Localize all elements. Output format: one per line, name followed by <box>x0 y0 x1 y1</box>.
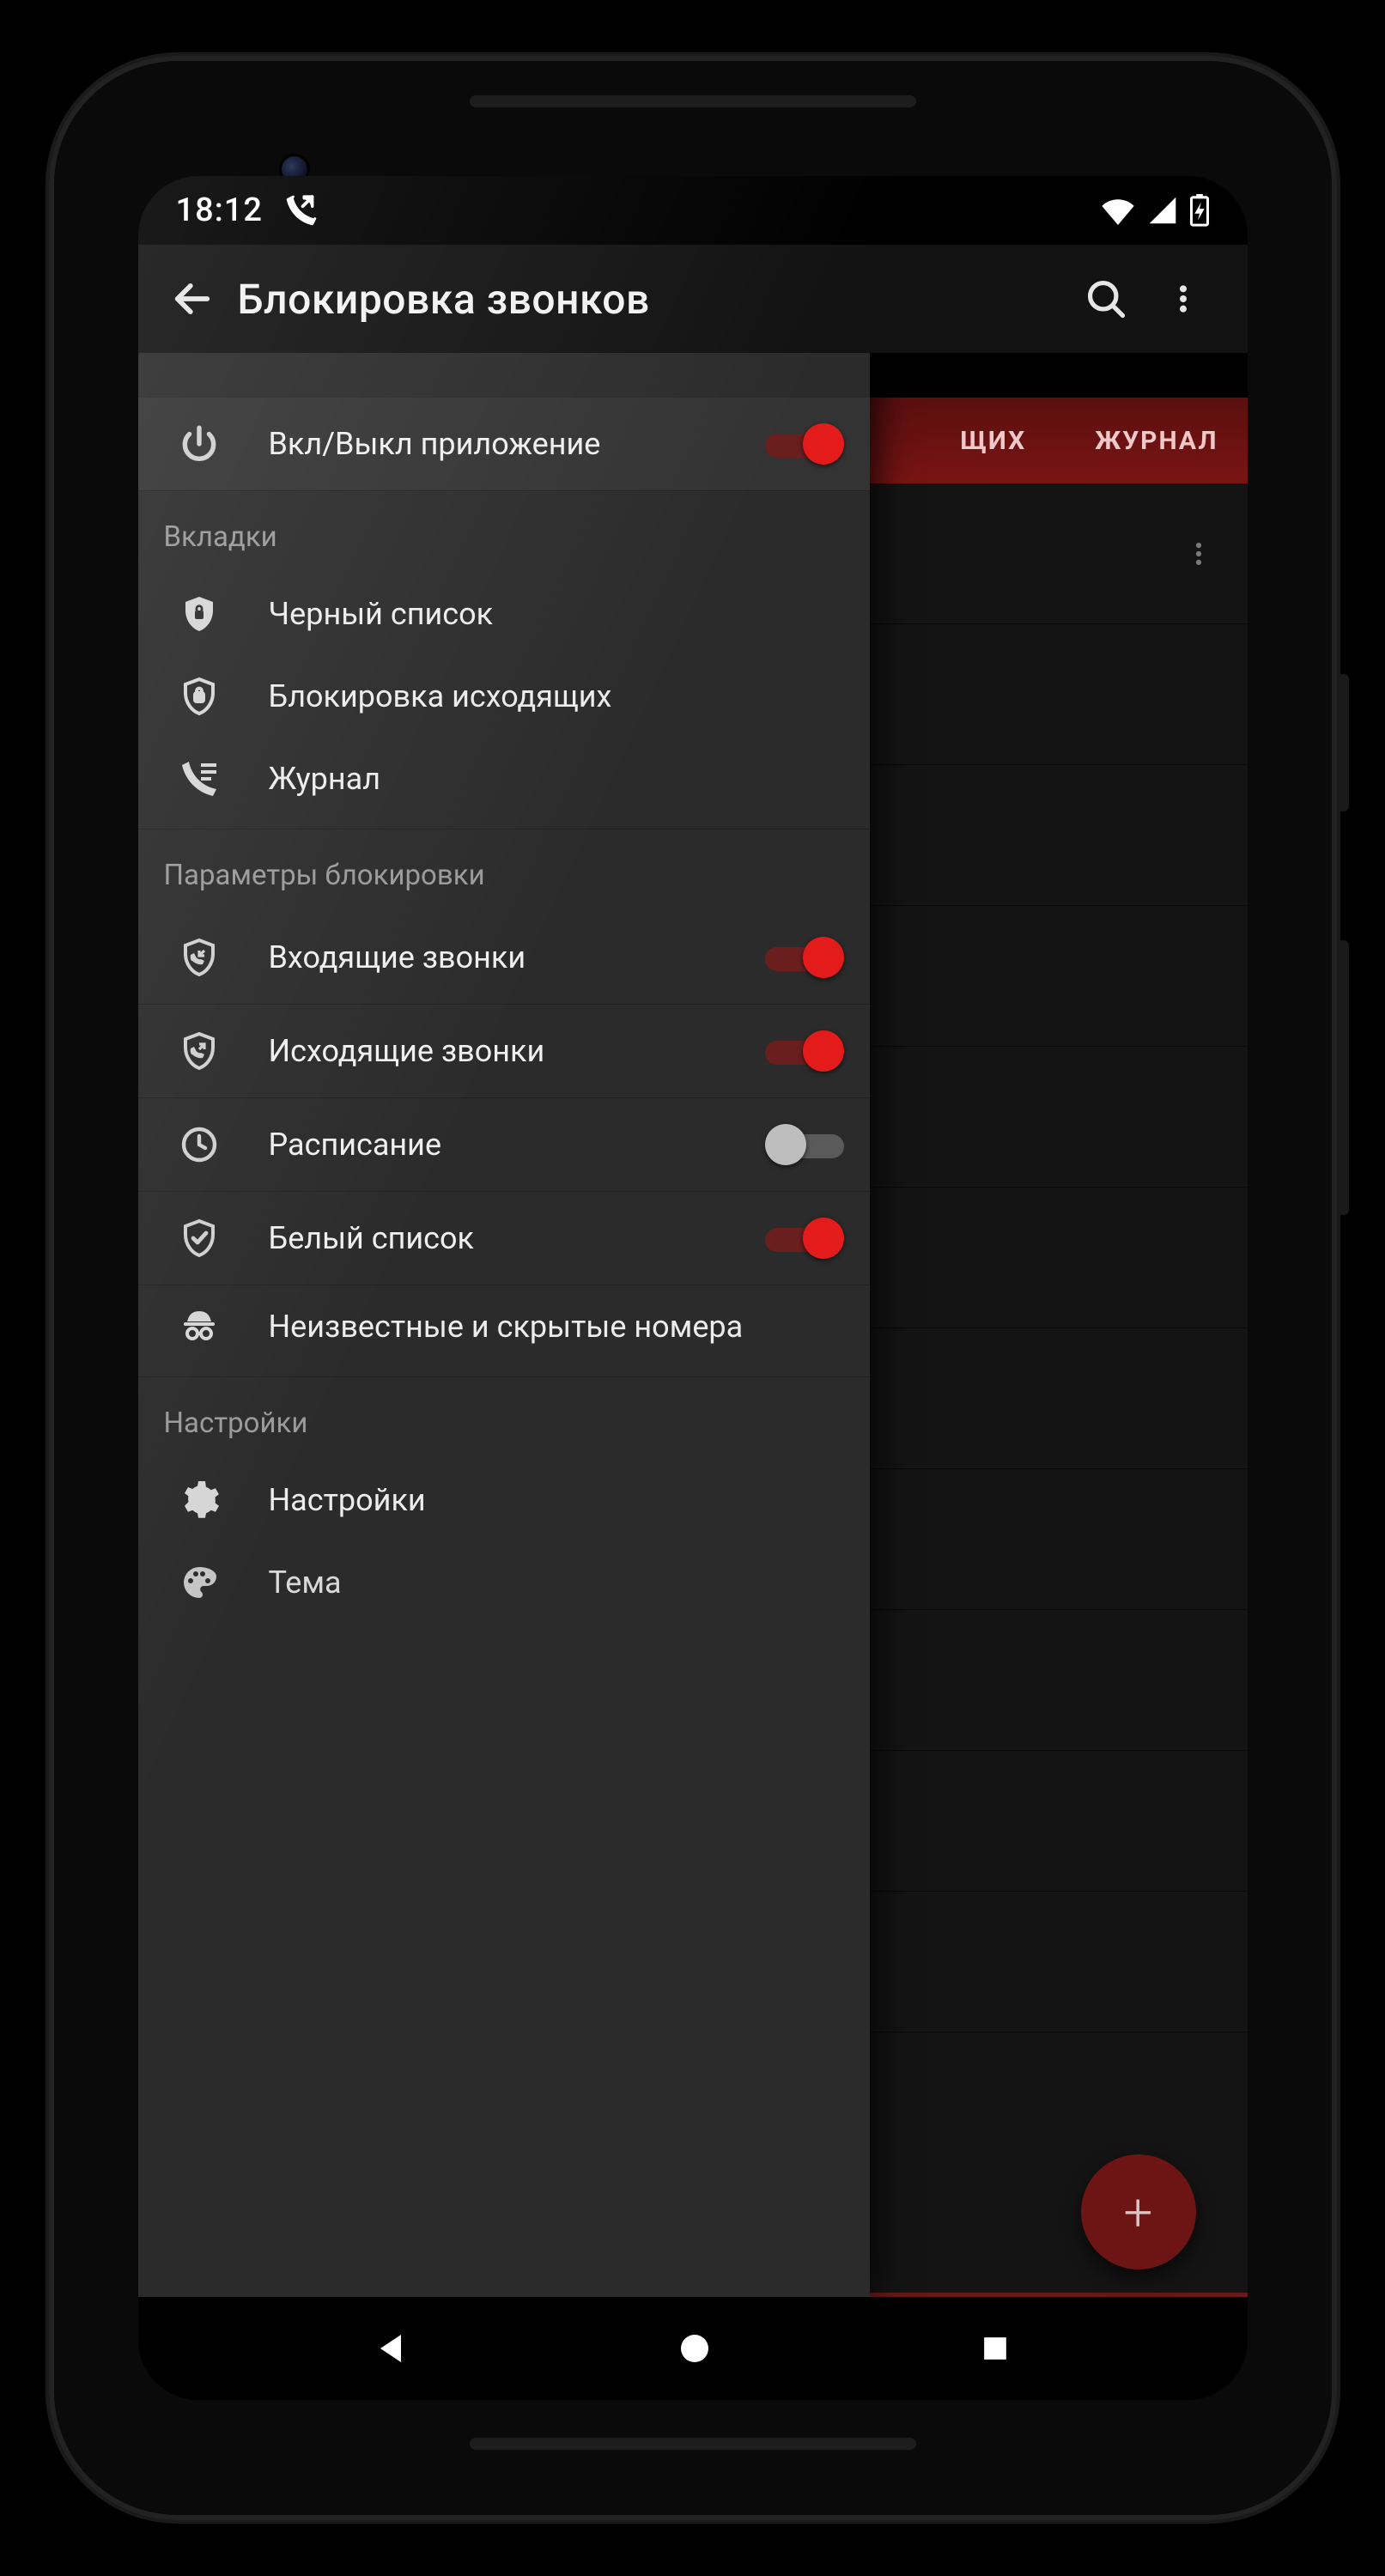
navigation-drawer: Вкл/Выкл приложение Вкладки Черный списо… <box>138 353 870 2297</box>
drawer-item-label: Неизвестные и скрытые номера <box>269 1308 844 1346</box>
more-vertical-icon <box>1166 282 1200 316</box>
nav-back[interactable] <box>372 2328 413 2369</box>
drawer-item-label: Журнал <box>269 760 844 798</box>
drawer-item-whitelist[interactable]: Белый список <box>138 1192 870 1285</box>
switch-incoming[interactable] <box>765 935 844 980</box>
android-nav-bar <box>138 2297 1248 2400</box>
drawer-item-unknown[interactable]: Неизвестные и скрытые номера <box>138 1285 870 1368</box>
fab-add[interactable]: + <box>1081 2154 1196 2269</box>
drawer-item-blacklist[interactable]: Черный список <box>138 573 870 655</box>
power-icon <box>178 422 221 465</box>
drawer-item-settings[interactable]: Настройки <box>138 1459 870 1541</box>
drawer-item-theme[interactable]: Тема <box>138 1541 870 1603</box>
status-bar: 18:12 <box>138 176 1248 245</box>
drawer-item-label: Исходящие звонки <box>269 1032 736 1070</box>
drawer-section-settings: Настройки <box>138 1377 870 1459</box>
drawer-item-label: Блокировка исходящих <box>269 677 844 715</box>
nav-home[interactable] <box>674 2328 715 2369</box>
tab-journal[interactable]: ЖУРНАЛ <box>1095 426 1218 456</box>
drawer-item-label: Белый список <box>269 1219 736 1257</box>
drawer-app-toggle[interactable]: Вкл/Выкл приложение <box>138 398 870 491</box>
shield-incoming-icon <box>179 937 220 978</box>
nav-recents[interactable] <box>976 2330 1014 2367</box>
incognito-icon <box>179 1306 220 1347</box>
gear-icon <box>179 1479 220 1521</box>
call-log-icon <box>179 758 220 799</box>
overflow-menu-button[interactable] <box>1145 260 1222 337</box>
clock-icon <box>179 1124 220 1165</box>
drawer-item-journal[interactable]: Журнал <box>138 738 870 820</box>
palette-icon <box>179 1562 220 1603</box>
drawer-item-incoming[interactable]: Входящие звонки <box>138 911 870 1005</box>
drawer-item-label: Расписание <box>269 1126 736 1163</box>
status-time: 18:12 <box>176 191 263 229</box>
wifi-icon <box>1100 196 1136 225</box>
switch-outgoing[interactable] <box>765 1029 844 1073</box>
drawer-item-schedule[interactable]: Расписание <box>138 1098 870 1192</box>
drawer-item-label: Тема <box>269 1564 844 1601</box>
drawer-item-label: Черный список <box>269 595 844 633</box>
switch-schedule[interactable] <box>765 1122 844 1167</box>
shield-check-icon <box>179 1218 220 1259</box>
battery-charging-icon <box>1189 194 1210 227</box>
drawer-item-label: Настройки <box>269 1481 844 1519</box>
drawer-section-tabs: Вкладки <box>138 491 870 573</box>
drawer-item-label: Входящие звонки <box>269 939 736 976</box>
plus-icon: + <box>1124 2182 1153 2243</box>
more-vertical-icon[interactable] <box>1184 539 1213 568</box>
side-button-volume <box>1337 940 1349 1215</box>
drawer-app-toggle-label: Вкл/Выкл приложение <box>269 425 736 463</box>
shield-lock-icon <box>179 593 220 635</box>
back-button[interactable] <box>155 262 229 336</box>
search-button[interactable] <box>1067 260 1145 337</box>
call-forward-icon <box>285 194 318 227</box>
switch-app-enable[interactable] <box>765 422 844 466</box>
phone-frame: 18:12 <box>49 56 1337 2520</box>
cellular-icon <box>1148 196 1177 225</box>
tab-outgoing[interactable]: ЩИХ <box>960 426 1026 456</box>
page-title: Блокировка звонков <box>238 275 650 324</box>
drawer-section-params: Параметры блокировки <box>138 829 870 911</box>
shield-lock-outline-icon <box>179 676 220 717</box>
drawer-item-outgoing-block[interactable]: Блокировка исходящих <box>138 655 870 738</box>
side-button-power <box>1337 674 1349 811</box>
switch-whitelist[interactable] <box>765 1216 844 1261</box>
shield-outgoing-icon <box>179 1030 220 1072</box>
search-icon <box>1084 276 1128 321</box>
app-bar: Блокировка звонков <box>138 245 1248 353</box>
drawer-item-outgoing[interactable]: Исходящие звонки <box>138 1005 870 1098</box>
